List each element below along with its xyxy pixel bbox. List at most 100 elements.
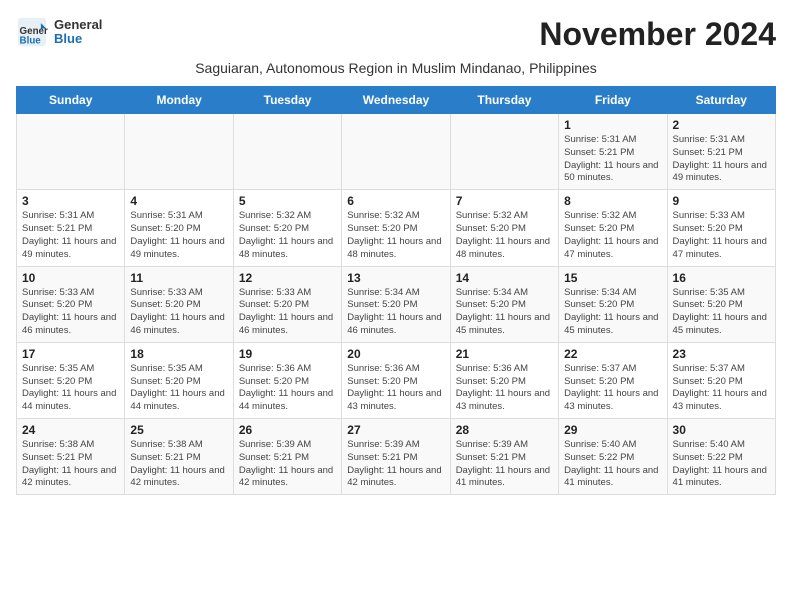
calendar-cell: 13Sunrise: 5:34 AM Sunset: 5:20 PM Dayli… [342, 266, 450, 342]
calendar-cell [342, 114, 450, 190]
svg-text:Blue: Blue [20, 36, 42, 47]
day-info: Sunrise: 5:40 AM Sunset: 5:22 PM Dayligh… [673, 439, 770, 490]
weekday-header-monday: Monday [125, 87, 233, 114]
calendar-cell: 9 Sunrise: 5:33 AM Sunset: 5:20 PM Daylig… [667, 190, 775, 266]
day-number: 19 [239, 347, 336, 361]
calendar-cell: 26 Sunrise: 5:39 AM Sunset: 5:21 PM Dayli… [233, 419, 341, 495]
calendar-cell [233, 114, 341, 190]
day-info: Sunrise: 5:35 AM Sunset: 5:20 PM Dayligh… [22, 363, 119, 414]
day-info: Sunrise: 5:31 AM Sunset: 5:21 PM Dayligh… [564, 134, 661, 185]
day-number: 20 [347, 347, 444, 361]
calendar-cell: 30 Sunrise: 5:40 AM Sunset: 5:22 PM Dayli… [667, 419, 775, 495]
weekday-header-tuesday: Tuesday [233, 87, 341, 114]
calendar-cell: 25 Sunrise: 5:38 AM Sunset: 5:21 PM Dayli… [125, 419, 233, 495]
calendar-cell: 29 Sunrise: 5:40 AM Sunset: 5:22 PM Dayli… [559, 419, 667, 495]
calendar-cell: 4 Sunrise: 5:31 AM Sunset: 5:20 PM Daylig… [125, 190, 233, 266]
day-number: 26 [239, 423, 336, 437]
day-info: Sunrise: 5:33 AM Sunset: 5:20 PM Dayligh… [130, 287, 227, 338]
day-info: Sunrise: 5:31 AM Sunset: 5:21 PM Dayligh… [673, 134, 770, 185]
day-number: 16 [673, 271, 770, 285]
day-info: Sunrise: 5:36 AM Sunset: 5:20 PM Dayligh… [347, 363, 444, 414]
calendar-cell: 17 Sunrise: 5:35 AM Sunset: 5:20 PM Dayli… [17, 342, 125, 418]
logo-blue-text: Blue [54, 32, 102, 46]
calendar-cell: 24 Sunrise: 5:38 AM Sunset: 5:21 PM Dayli… [17, 419, 125, 495]
month-title: November 2024 [539, 16, 776, 53]
logo-general-text: General [54, 18, 102, 32]
day-info: Sunrise: 5:38 AM Sunset: 5:21 PM Dayligh… [130, 439, 227, 490]
weekday-header-friday: Friday [559, 87, 667, 114]
calendar-cell: 18 Sunrise: 5:35 AM Sunset: 5:20 PM Dayli… [125, 342, 233, 418]
day-number: 11 [130, 271, 227, 285]
calendar-cell: 19 Sunrise: 5:36 AM Sunset: 5:20 PM Dayli… [233, 342, 341, 418]
day-number: 24 [22, 423, 119, 437]
day-info: Sunrise: 5:33 AM Sunset: 5:20 PM Dayligh… [673, 210, 770, 261]
day-number: 30 [673, 423, 770, 437]
day-number: 27 [347, 423, 444, 437]
day-number: 9 [673, 194, 770, 208]
day-number: 14 [456, 271, 553, 285]
day-number: 21 [456, 347, 553, 361]
day-number: 6 [347, 194, 444, 208]
day-info: Sunrise: 5:33 AM Sunset: 5:20 PM Dayligh… [22, 287, 119, 338]
calendar-cell: 15 Sunrise: 5:34 AM Sunset: 5:20 PM Dayli… [559, 266, 667, 342]
logo-icon: General Blue [16, 16, 48, 48]
day-info: Sunrise: 5:39 AM Sunset: 5:21 PM Dayligh… [239, 439, 336, 490]
day-info: Sunrise: 5:34 AM Sunset: 5:20 PM Dayligh… [564, 287, 661, 338]
calendar-cell [125, 114, 233, 190]
day-info: Sunrise: 5:34 AM Sunset: 5:20 PM Dayligh… [456, 287, 553, 338]
calendar-cell: 12Sunrise: 5:33 AM Sunset: 5:20 PM Dayli… [233, 266, 341, 342]
day-info: Sunrise: 5:39 AM Sunset: 5:21 PM Dayligh… [456, 439, 553, 490]
calendar-cell: 21 Sunrise: 5:36 AM Sunset: 5:20 PM Dayli… [450, 342, 558, 418]
day-info: Sunrise: 5:31 AM Sunset: 5:21 PM Dayligh… [22, 210, 119, 261]
day-info: Sunrise: 5:32 AM Sunset: 5:20 PM Dayligh… [239, 210, 336, 261]
calendar-cell: 7 Sunrise: 5:32 AM Sunset: 5:20 PM Daylig… [450, 190, 558, 266]
logo: General Blue General Blue [16, 16, 102, 48]
day-number: 23 [673, 347, 770, 361]
day-info: Sunrise: 5:37 AM Sunset: 5:20 PM Dayligh… [673, 363, 770, 414]
calendar-cell: 27 Sunrise: 5:39 AM Sunset: 5:21 PM Dayli… [342, 419, 450, 495]
day-info: Sunrise: 5:36 AM Sunset: 5:20 PM Dayligh… [456, 363, 553, 414]
day-number: 1 [564, 118, 661, 132]
calendar-subtitle: Saguiaran, Autonomous Region in Muslim M… [16, 60, 776, 76]
day-info: Sunrise: 5:33 AM Sunset: 5:20 PM Dayligh… [239, 287, 336, 338]
day-info: Sunrise: 5:40 AM Sunset: 5:22 PM Dayligh… [564, 439, 661, 490]
day-number: 15 [564, 271, 661, 285]
calendar-cell: 5Sunrise: 5:32 AM Sunset: 5:20 PM Daylig… [233, 190, 341, 266]
calendar-cell: 22 Sunrise: 5:37 AM Sunset: 5:20 PM Dayli… [559, 342, 667, 418]
day-info: Sunrise: 5:35 AM Sunset: 5:20 PM Dayligh… [673, 287, 770, 338]
day-number: 4 [130, 194, 227, 208]
day-info: Sunrise: 5:32 AM Sunset: 5:20 PM Dayligh… [347, 210, 444, 261]
calendar-cell: 1 Sunrise: 5:31 AM Sunset: 5:21 PM Daylig… [559, 114, 667, 190]
calendar-table: SundayMondayTuesdayWednesdayThursdayFrid… [16, 86, 776, 495]
day-info: Sunrise: 5:32 AM Sunset: 5:20 PM Dayligh… [456, 210, 553, 261]
day-info: Sunrise: 5:31 AM Sunset: 5:20 PM Dayligh… [130, 210, 227, 261]
day-info: Sunrise: 5:37 AM Sunset: 5:20 PM Dayligh… [564, 363, 661, 414]
day-number: 2 [673, 118, 770, 132]
weekday-header-saturday: Saturday [667, 87, 775, 114]
day-info: Sunrise: 5:36 AM Sunset: 5:20 PM Dayligh… [239, 363, 336, 414]
day-info: Sunrise: 5:32 AM Sunset: 5:20 PM Dayligh… [564, 210, 661, 261]
day-number: 22 [564, 347, 661, 361]
day-info: Sunrise: 5:38 AM Sunset: 5:21 PM Dayligh… [22, 439, 119, 490]
calendar-cell: 10 Sunrise: 5:33 AM Sunset: 5:20 PM Dayli… [17, 266, 125, 342]
day-number: 17 [22, 347, 119, 361]
day-number: 8 [564, 194, 661, 208]
day-number: 28 [456, 423, 553, 437]
day-info: Sunrise: 5:39 AM Sunset: 5:21 PM Dayligh… [347, 439, 444, 490]
calendar-cell: 11 Sunrise: 5:33 AM Sunset: 5:20 PM Dayli… [125, 266, 233, 342]
day-number: 3 [22, 194, 119, 208]
day-info: Sunrise: 5:35 AM Sunset: 5:20 PM Dayligh… [130, 363, 227, 414]
day-number: 18 [130, 347, 227, 361]
day-number: 25 [130, 423, 227, 437]
day-number: 10 [22, 271, 119, 285]
calendar-cell: 28 Sunrise: 5:39 AM Sunset: 5:21 PM Dayli… [450, 419, 558, 495]
day-number: 13 [347, 271, 444, 285]
day-number: 29 [564, 423, 661, 437]
day-number: 7 [456, 194, 553, 208]
calendar-cell: 8 Sunrise: 5:32 AM Sunset: 5:20 PM Daylig… [559, 190, 667, 266]
calendar-cell: 6 Sunrise: 5:32 AM Sunset: 5:20 PM Daylig… [342, 190, 450, 266]
calendar-cell: 20 Sunrise: 5:36 AM Sunset: 5:20 PM Dayli… [342, 342, 450, 418]
calendar-cell [17, 114, 125, 190]
calendar-cell [450, 114, 558, 190]
weekday-header-sunday: Sunday [17, 87, 125, 114]
